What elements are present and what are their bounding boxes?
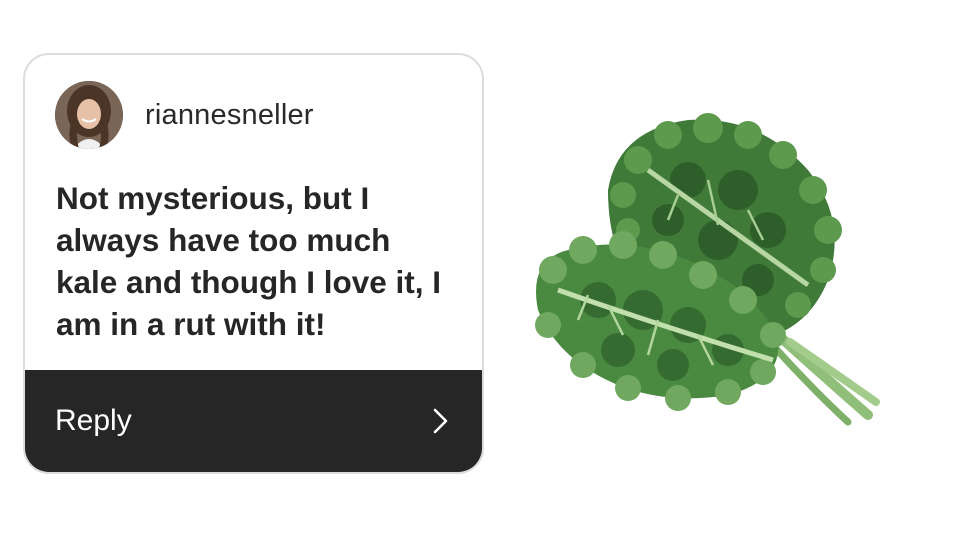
- reply-button[interactable]: Reply: [25, 370, 482, 472]
- avatar-photo-icon: [55, 81, 123, 149]
- card-header: riannesneller: [55, 81, 314, 149]
- avatar[interactable]: [55, 81, 123, 149]
- kale-image: [535, 113, 880, 426]
- comment-message: Not mysterious, but I always have too mu…: [56, 180, 442, 342]
- story-reply-screen: riannesneller Not mysterious, but I alwa…: [0, 0, 960, 540]
- username[interactable]: riannesneller: [145, 99, 314, 132]
- chevron-right-icon: [433, 408, 448, 434]
- reply-label: Reply: [55, 404, 132, 437]
- question-response-card: riannesneller Not mysterious, but I alwa…: [23, 53, 484, 474]
